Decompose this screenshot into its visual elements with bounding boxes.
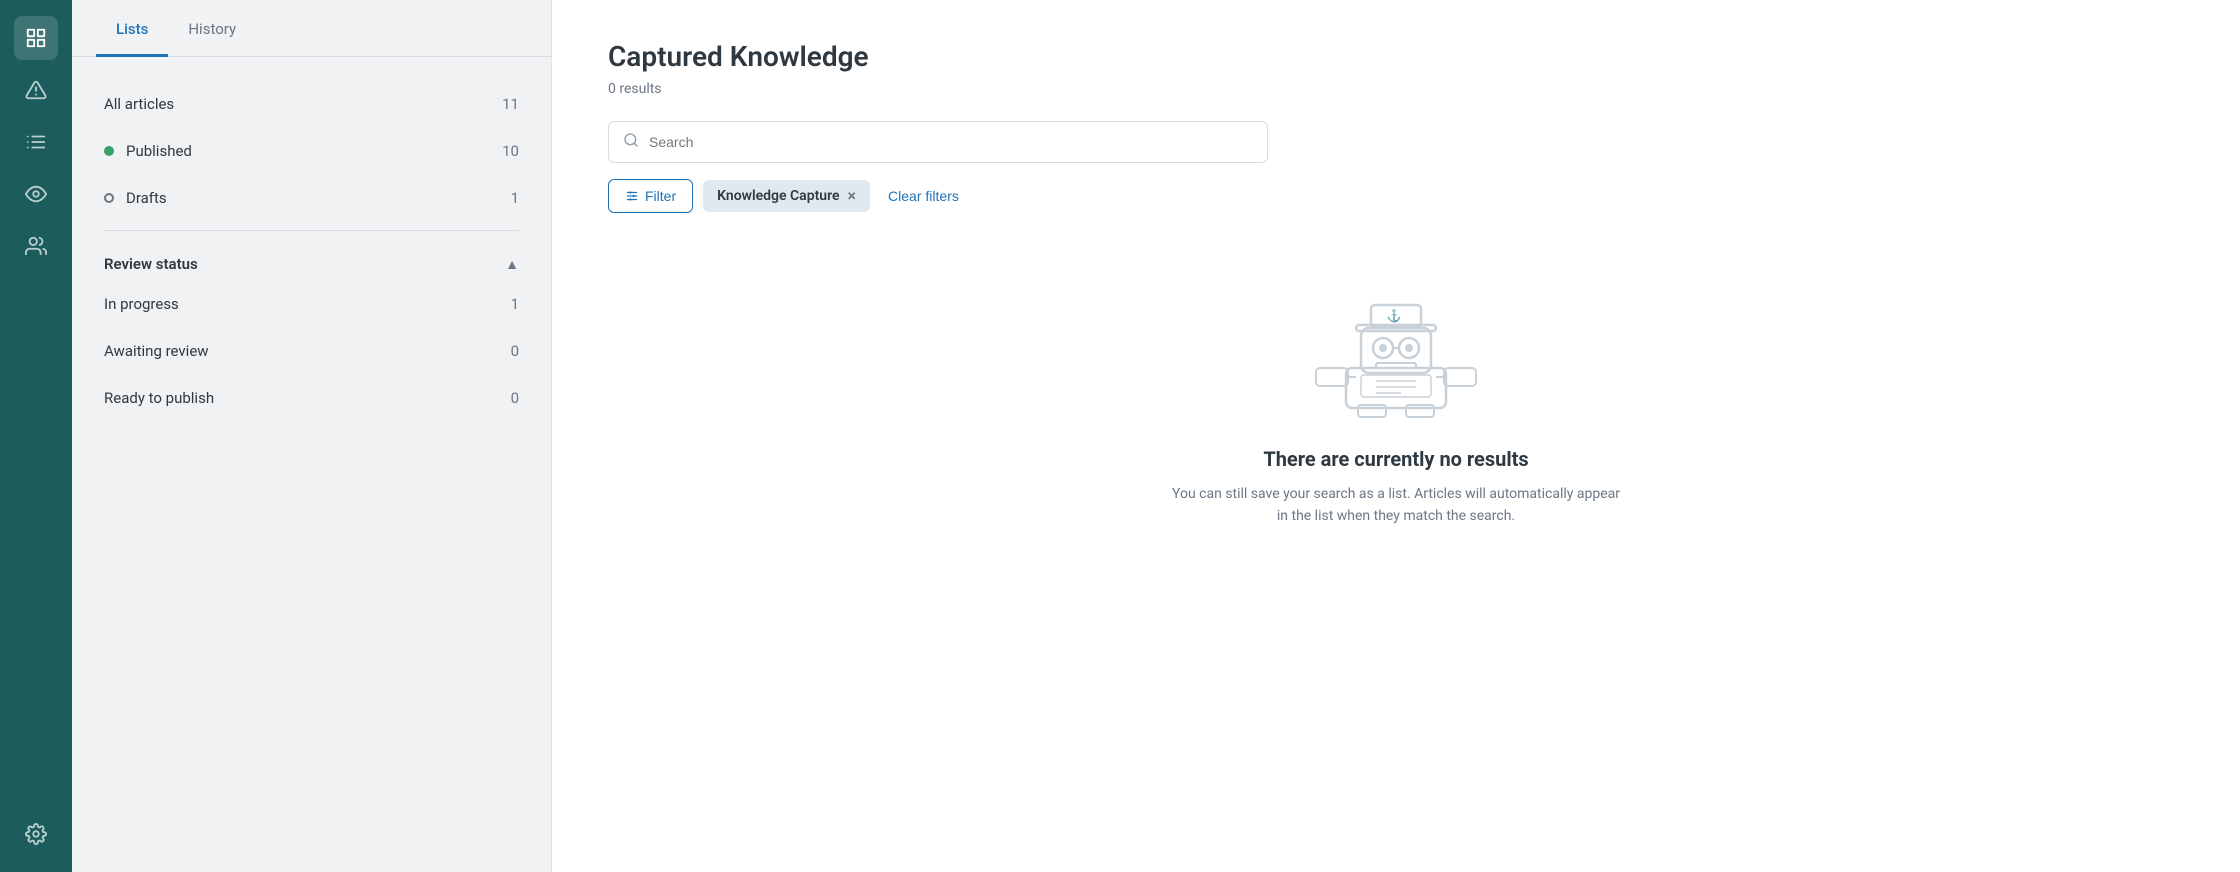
tab-history[interactable]: History [168, 0, 256, 57]
filter-button[interactable]: Filter [608, 179, 693, 213]
in-progress-count: 1 [511, 295, 519, 313]
search-bar [608, 121, 1268, 163]
empty-state-title: There are currently no results [1263, 447, 1528, 471]
list-section: All articles 11 Published 10 Drafts 1 Re… [72, 57, 551, 446]
results-count: 0 results [608, 81, 2184, 97]
alerts-icon[interactable] [14, 68, 58, 112]
drafts-label: Drafts [126, 189, 511, 207]
in-progress-label: In progress [104, 295, 511, 313]
knowledge-capture-tag[interactable]: Knowledge Capture × [703, 180, 870, 212]
published-label: Published [126, 142, 502, 160]
users-icon[interactable] [14, 224, 58, 268]
list-icon[interactable] [14, 120, 58, 164]
search-input[interactable] [649, 134, 1253, 150]
ready-to-publish-count: 0 [511, 389, 519, 407]
in-progress-item[interactable]: In progress 1 [104, 281, 519, 328]
articles-icon[interactable] [14, 16, 58, 60]
empty-state-subtitle: You can still save your search as a list… [1166, 483, 1626, 528]
filter-button-label: Filter [645, 188, 676, 204]
preview-icon[interactable] [14, 172, 58, 216]
awaiting-review-item[interactable]: Awaiting review 0 [104, 328, 519, 375]
published-item[interactable]: Published 10 [104, 128, 519, 175]
published-dot [104, 146, 114, 156]
svg-text:⚓: ⚓ [1387, 309, 1402, 323]
sidebar-nav [0, 0, 72, 872]
left-panel: Lists History All articles 11 Published … [72, 0, 552, 872]
page-title: Captured Knowledge [608, 40, 2184, 73]
filter-row: Filter Knowledge Capture × Clear filters [608, 179, 2184, 213]
empty-state: ⚓ There are currently no results [608, 253, 2184, 568]
filter-tag-label: Knowledge Capture [717, 188, 839, 204]
section-divider [104, 230, 519, 231]
drafts-count: 1 [511, 189, 519, 207]
awaiting-review-label: Awaiting review [104, 342, 511, 360]
review-status-label: Review status [104, 255, 198, 273]
review-status-header[interactable]: Review status ▲ [104, 239, 519, 281]
awaiting-review-count: 0 [511, 342, 519, 360]
settings-icon[interactable] [14, 812, 58, 856]
ready-to-publish-label: Ready to publish [104, 389, 511, 407]
close-icon[interactable]: × [848, 188, 857, 204]
drafts-item[interactable]: Drafts 1 [104, 175, 519, 222]
all-articles-count: 11 [502, 95, 519, 113]
tabs: Lists History [72, 0, 551, 57]
all-articles-item[interactable]: All articles 11 [104, 81, 519, 128]
drafts-dot [104, 193, 114, 203]
published-count: 10 [502, 142, 519, 160]
empty-state-illustration: ⚓ [1286, 293, 1506, 423]
search-icon [623, 132, 639, 152]
chevron-up-icon: ▲ [505, 256, 519, 273]
all-articles-label: All articles [104, 95, 502, 113]
tab-lists[interactable]: Lists [96, 0, 168, 57]
clear-filters-button[interactable]: Clear filters [880, 180, 967, 212]
ready-to-publish-item[interactable]: Ready to publish 0 [104, 375, 519, 422]
main-content: Captured Knowledge 0 results Filter Know… [552, 0, 2240, 872]
